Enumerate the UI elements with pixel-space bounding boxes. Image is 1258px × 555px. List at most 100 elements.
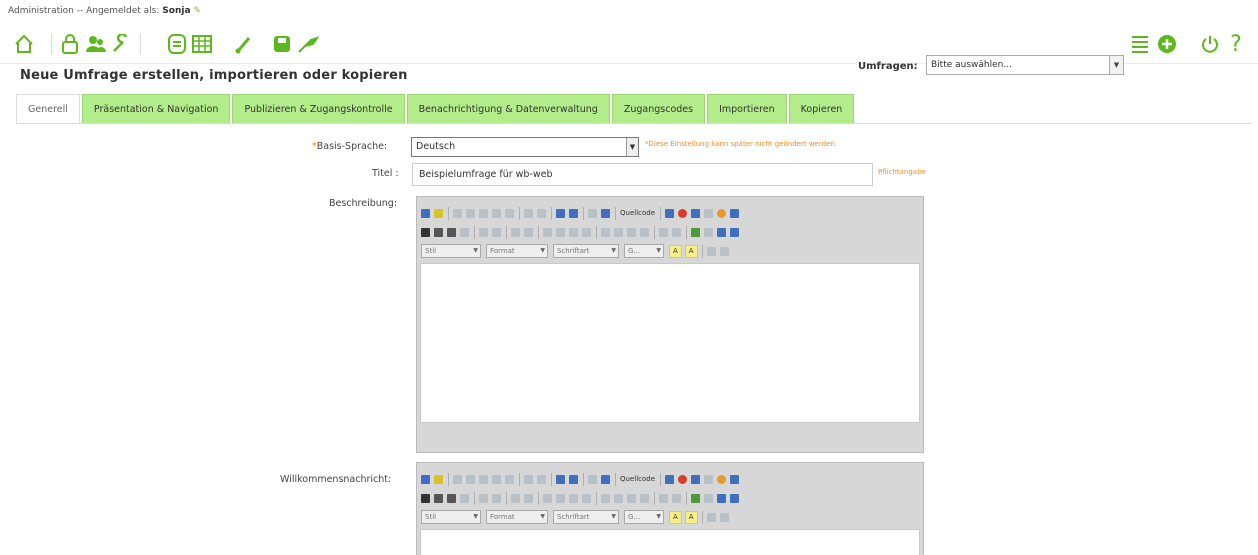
- cut-icon[interactable]: [453, 474, 462, 484]
- size-combo[interactable]: G...: [624, 510, 664, 524]
- spellcheck-icon[interactable]: [601, 474, 610, 484]
- style-combo[interactable]: Stil: [421, 244, 481, 258]
- indent-icon[interactable]: [556, 493, 565, 503]
- maximize-icon[interactable]: [706, 246, 716, 256]
- numbered-list-icon[interactable]: [511, 493, 520, 503]
- unlink-icon[interactable]: [704, 227, 713, 237]
- survey-select[interactable]: Bitte auswählen... ▼: [926, 55, 1124, 75]
- hr-icon[interactable]: [704, 474, 714, 484]
- tab-generell[interactable]: Generell: [16, 94, 80, 124]
- flash-icon[interactable]: [678, 474, 688, 484]
- superscript-icon[interactable]: [492, 493, 501, 503]
- paste-icon[interactable]: [479, 474, 488, 484]
- users-icon[interactable]: [84, 32, 108, 56]
- brush-icon[interactable]: [232, 32, 256, 56]
- font-combo[interactable]: Schriftart: [553, 510, 619, 524]
- spellcheck-icon[interactable]: [601, 208, 610, 218]
- add-icon[interactable]: [1155, 32, 1179, 56]
- power-icon[interactable]: [1198, 32, 1222, 56]
- blockquote-icon[interactable]: [569, 493, 578, 503]
- special-char-icon[interactable]: [730, 208, 740, 218]
- paste-word-icon[interactable]: [505, 208, 514, 218]
- replace-icon[interactable]: [569, 208, 578, 218]
- description-textarea[interactable]: [420, 263, 920, 423]
- format-combo[interactable]: Format: [486, 244, 548, 258]
- ltr-icon[interactable]: [659, 227, 668, 237]
- bg-color-button[interactable]: A: [684, 244, 698, 258]
- align-left-icon[interactable]: [601, 493, 610, 503]
- table-insert-icon[interactable]: [691, 474, 701, 484]
- help-icon[interactable]: ?: [1224, 32, 1248, 57]
- smiley-icon[interactable]: [717, 474, 727, 484]
- strike-icon[interactable]: [460, 493, 469, 503]
- bg-color-button[interactable]: A: [684, 510, 698, 524]
- outdent-icon[interactable]: [543, 493, 552, 503]
- superscript-icon[interactable]: [492, 227, 501, 237]
- image-icon[interactable]: [665, 474, 675, 484]
- preview-icon[interactable]: [421, 474, 430, 484]
- tab-importieren[interactable]: Importieren: [707, 94, 787, 124]
- replace-icon[interactable]: [569, 474, 578, 484]
- outdent-icon[interactable]: [543, 227, 552, 237]
- align-right-icon[interactable]: [627, 227, 636, 237]
- italic-icon[interactable]: [434, 227, 443, 237]
- italic-icon[interactable]: [434, 493, 443, 503]
- table-icon[interactable]: [190, 32, 214, 56]
- undo-icon[interactable]: [524, 474, 533, 484]
- find-icon[interactable]: [556, 474, 565, 484]
- link-icon[interactable]: [691, 227, 700, 237]
- text-color-button[interactable]: A: [669, 510, 682, 524]
- div-icon[interactable]: [582, 227, 591, 237]
- align-left-icon[interactable]: [601, 227, 610, 237]
- redo-icon[interactable]: [537, 474, 546, 484]
- rtl-icon[interactable]: [672, 227, 681, 237]
- smiley-icon[interactable]: [717, 208, 727, 218]
- preview-icon[interactable]: [421, 208, 430, 218]
- tab-zugangscodes[interactable]: Zugangscodes: [611, 94, 706, 124]
- username[interactable]: Sonja: [162, 6, 190, 16]
- cut-icon[interactable]: [453, 208, 462, 218]
- template-icon[interactable]: [434, 208, 443, 218]
- ltr-icon[interactable]: [659, 493, 668, 503]
- copy-icon[interactable]: [466, 208, 475, 218]
- numbered-list-icon[interactable]: [511, 227, 520, 237]
- style-combo[interactable]: Stil: [421, 510, 481, 524]
- underline-icon[interactable]: [447, 227, 456, 237]
- bold-icon[interactable]: [421, 227, 430, 237]
- tab-praesentation[interactable]: Präsentation & Navigation: [81, 94, 231, 124]
- list-icon[interactable]: [1128, 32, 1152, 56]
- tab-kopieren[interactable]: Kopieren: [788, 94, 855, 124]
- rtl-icon[interactable]: [672, 493, 681, 503]
- align-center-icon[interactable]: [614, 227, 623, 237]
- anchor-icon[interactable]: [717, 493, 726, 503]
- show-blocks-icon[interactable]: [719, 246, 729, 256]
- tab-publizieren[interactable]: Publizieren & Zugangskontrolle: [232, 94, 405, 124]
- div-icon[interactable]: [582, 493, 591, 503]
- paste-icon[interactable]: [479, 208, 488, 218]
- align-right-icon[interactable]: [627, 493, 636, 503]
- blockquote-icon[interactable]: [569, 227, 578, 237]
- find-icon[interactable]: [556, 208, 565, 218]
- font-combo[interactable]: Schriftart: [553, 244, 619, 258]
- chevron-down-icon[interactable]: ▼: [1109, 56, 1123, 74]
- undo-icon[interactable]: [524, 208, 533, 218]
- justify-icon[interactable]: [640, 493, 649, 503]
- strike-icon[interactable]: [460, 227, 469, 237]
- justify-icon[interactable]: [640, 227, 649, 237]
- subscript-icon[interactable]: [479, 227, 488, 237]
- link-icon[interactable]: [691, 493, 700, 503]
- size-combo[interactable]: G...: [624, 244, 664, 258]
- edit-user-icon[interactable]: ✎: [193, 6, 201, 16]
- hr-icon[interactable]: [704, 208, 714, 218]
- flash-icon[interactable]: [678, 208, 688, 218]
- chevron-down-icon[interactable]: ▼: [626, 138, 638, 156]
- bold-icon[interactable]: [421, 493, 430, 503]
- paste-text-icon[interactable]: [492, 208, 501, 218]
- image-icon[interactable]: [665, 208, 675, 218]
- lock-icon[interactable]: [58, 32, 82, 56]
- redo-icon[interactable]: [537, 208, 546, 218]
- maximize-icon[interactable]: [706, 512, 716, 522]
- show-blocks-icon[interactable]: [719, 512, 729, 522]
- bullet-list-icon[interactable]: [524, 493, 533, 503]
- plugin-icon[interactable]: [296, 32, 320, 56]
